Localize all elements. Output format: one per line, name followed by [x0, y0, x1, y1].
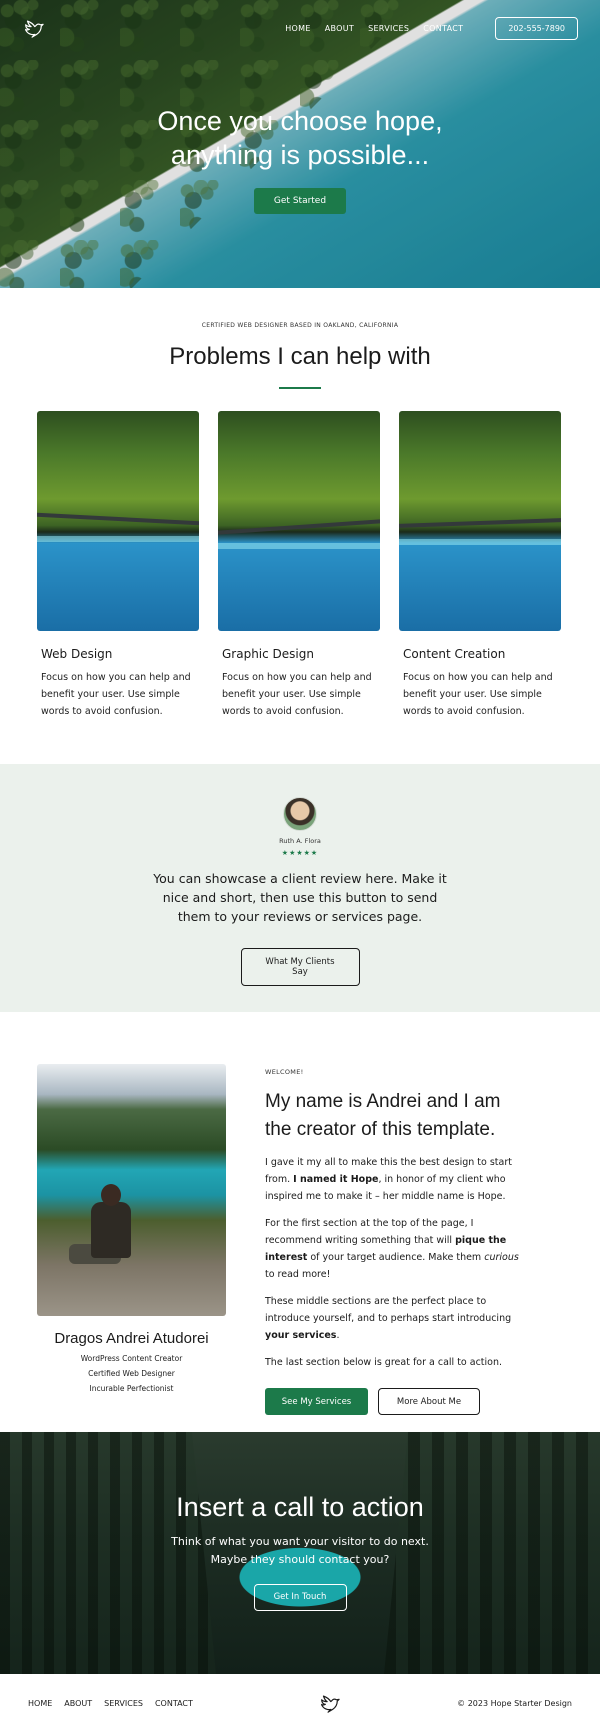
- about-section: Dragos Andrei Atudorei WordPress Content…: [0, 1012, 600, 1432]
- testimonial-section: Ruth A. Flora ★★★★★ You can showcase a c…: [0, 764, 600, 1012]
- footer-services[interactable]: SERVICES: [104, 1699, 143, 1708]
- cta-section: Insert a call to action Think of what yo…: [0, 1432, 600, 1674]
- card-title: Content Creation: [403, 647, 506, 661]
- card-text: Focus on how you can help and benefit yo…: [222, 672, 372, 717]
- forest-lake-image: [218, 411, 380, 631]
- clients-say-button[interactable]: What My Clients Say: [240, 948, 360, 986]
- about-actions: See My Services More About Me: [265, 1388, 525, 1415]
- bird-icon[interactable]: [22, 17, 44, 39]
- copyright: © 2023 Hope Starter Design: [457, 1698, 572, 1708]
- cta-line: Maybe they should contact you?: [210, 1553, 390, 1566]
- card-text: Focus on how you can help and benefit yo…: [41, 672, 191, 717]
- service-card-graphic-design: Graphic Design Focus on how you can help…: [218, 411, 380, 720]
- bird-icon[interactable]: [318, 1692, 340, 1714]
- forest-lake-image: [37, 411, 199, 631]
- forest-lake-image: [399, 411, 561, 631]
- role-item: Incurable Perfectionist: [89, 1384, 174, 1393]
- about-text-column: WELCOME! My name is Andrei and I am the …: [265, 1068, 525, 1415]
- profile-name: Dragos Andrei Atudorei: [54, 1330, 209, 1347]
- service-cards: Web Design Focus on how you can help and…: [0, 411, 600, 720]
- top-nav: HOME ABOUT SERVICES CONTACT 202-555-7890: [0, 0, 600, 56]
- nav-about[interactable]: ABOUT: [325, 24, 354, 33]
- about-eyebrow: WELCOME!: [265, 1068, 304, 1076]
- more-about-button[interactable]: More About Me: [378, 1388, 480, 1415]
- nav-contact[interactable]: CONTACT: [423, 24, 463, 33]
- hero-title: Once you choose hope, anything is possib…: [157, 106, 443, 170]
- footer-about[interactable]: ABOUT: [64, 1699, 92, 1708]
- footer-contact[interactable]: CONTACT: [155, 1699, 193, 1708]
- card-title: Graphic Design: [222, 647, 314, 661]
- avatar: [283, 797, 317, 831]
- about-paragraph: The last section below is great for a ca…: [265, 1357, 503, 1368]
- cta-content: Insert a call to action Think of what yo…: [0, 1432, 600, 1611]
- hero-section: HOME ABOUT SERVICES CONTACT 202-555-7890…: [0, 0, 600, 288]
- rating-stars: ★★★★★: [281, 849, 319, 857]
- about-paragraph: These middle sections are the perfect pl…: [265, 1296, 512, 1341]
- card-text: Focus on how you can help and benefit yo…: [403, 672, 553, 717]
- get-in-touch-button[interactable]: Get In Touch: [253, 1584, 347, 1611]
- footer: HOME ABOUT SERVICES CONTACT © 2023 Hope …: [0, 1674, 600, 1732]
- about-paragraph: I gave it my all to make this the best d…: [265, 1157, 512, 1202]
- footer-links: HOME ABOUT SERVICES CONTACT: [28, 1699, 193, 1708]
- hero-content: Once you choose hope, anything is possib…: [0, 104, 600, 214]
- cta-title: Insert a call to action: [176, 1492, 424, 1522]
- services-title: Problems I can help with: [169, 343, 431, 370]
- footer-home[interactable]: HOME: [28, 1699, 52, 1708]
- profile-photo: [37, 1064, 226, 1316]
- services-eyebrow: CERTIFIED WEB DESIGNER BASED IN OAKLAND,…: [201, 322, 399, 329]
- title-divider: [279, 387, 321, 389]
- nav-links: HOME ABOUT SERVICES CONTACT 202-555-7890: [285, 16, 578, 40]
- review-text: You can showcase a client review here. M…: [153, 871, 447, 924]
- card-title: Web Design: [41, 647, 113, 661]
- nav-home[interactable]: HOME: [285, 24, 310, 33]
- reviewer-name: Ruth A. Flora: [279, 837, 321, 845]
- phone-button[interactable]: 202-555-7890: [495, 16, 578, 40]
- get-started-button[interactable]: Get Started: [253, 188, 347, 214]
- see-services-button[interactable]: See My Services: [265, 1388, 368, 1415]
- role-item: WordPress Content Creator: [80, 1354, 183, 1363]
- about-title: My name is Andrei and I am the creator o…: [265, 1091, 501, 1140]
- cta-text: Think of what you want your visitor to d…: [0, 1533, 600, 1569]
- role-item: Certified Web Designer: [88, 1369, 175, 1378]
- nav-services[interactable]: SERVICES: [368, 24, 409, 33]
- role-list: WordPress Content Creator Certified Web …: [37, 1351, 226, 1396]
- service-card-web-design: Web Design Focus on how you can help and…: [37, 411, 199, 720]
- about-paragraph: For the first section at the top of the …: [265, 1218, 519, 1280]
- cta-line: Think of what you want your visitor to d…: [171, 1535, 429, 1548]
- service-card-content-creation: Content Creation Focus on how you can he…: [399, 411, 561, 720]
- services-section: CERTIFIED WEB DESIGNER BASED IN OAKLAND,…: [0, 288, 600, 764]
- profile-column: Dragos Andrei Atudorei WordPress Content…: [37, 1064, 226, 1396]
